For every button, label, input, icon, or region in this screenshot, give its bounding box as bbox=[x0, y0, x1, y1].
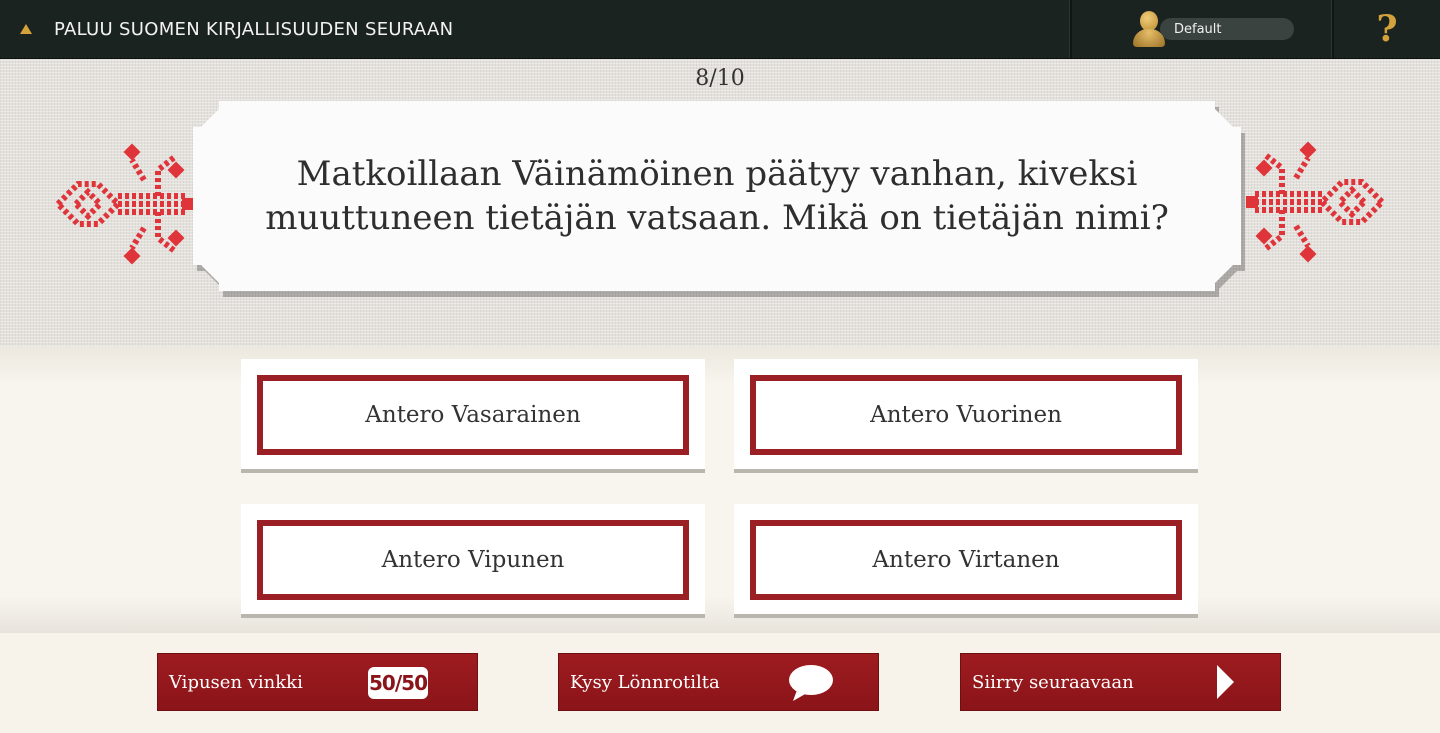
answer-tile: Antero Virtanen bbox=[734, 504, 1198, 618]
profile-selector[interactable]: Default bbox=[1132, 11, 1294, 47]
next-question-button[interactable]: Siirry seuraavaan bbox=[960, 653, 1281, 711]
answer-button-2[interactable]: Antero Vuorinen bbox=[750, 375, 1182, 455]
profile-name: Default bbox=[1160, 18, 1294, 40]
next-label: Siirry seuraavaan bbox=[972, 671, 1134, 693]
answer-button-3[interactable]: Antero Vipunen bbox=[257, 520, 689, 600]
back-label: PALUU SUOMEN KIRJALLISUUDEN SEURAAN bbox=[54, 18, 454, 40]
triangle-up-icon bbox=[20, 24, 32, 34]
avatar-icon bbox=[1132, 11, 1166, 47]
hint-5050-button[interactable]: Vipusen vinkki 50/50 bbox=[157, 653, 478, 711]
question-mark-icon: ? bbox=[1376, 8, 1398, 50]
answer-tile: Antero Vasarainen bbox=[241, 359, 705, 473]
question-text: Matkoillaan Väinämöinen päätyy vanhan, k… bbox=[265, 154, 1169, 238]
back-button[interactable]: PALUU SUOMEN KIRJALLISUUDEN SEURAAN bbox=[0, 0, 520, 58]
top-bar: PALUU SUOMEN KIRJALLISUUDEN SEURAAN Defa… bbox=[0, 0, 1440, 59]
question-card: Matkoillaan Väinämöinen päätyy vanhan, k… bbox=[193, 101, 1241, 291]
answer-tile: Antero Vuorinen bbox=[734, 359, 1198, 473]
divider bbox=[1069, 0, 1072, 58]
answer-button-1[interactable]: Antero Vasarainen bbox=[257, 375, 689, 455]
embroidery-ornament-right bbox=[1246, 141, 1387, 263]
question-counter: 8/10 bbox=[695, 66, 745, 91]
answer-tile: Antero Vipunen bbox=[241, 504, 705, 618]
speech-bubble-icon bbox=[789, 665, 833, 701]
hint-label: Vipusen vinkki bbox=[169, 671, 303, 693]
help-button[interactable]: ? bbox=[1334, 0, 1440, 58]
answer-button-4[interactable]: Antero Virtanen bbox=[750, 520, 1182, 600]
ask-lonnrot-button[interactable]: Kysy Lönnrotilta bbox=[558, 653, 879, 711]
play-arrow-icon bbox=[1217, 665, 1234, 699]
embroidery-ornament-left bbox=[53, 143, 194, 265]
ask-label: Kysy Lönnrotilta bbox=[570, 671, 720, 693]
answer-area bbox=[0, 346, 1440, 633]
fifty-fifty-icon: 50/50 bbox=[368, 667, 428, 699]
